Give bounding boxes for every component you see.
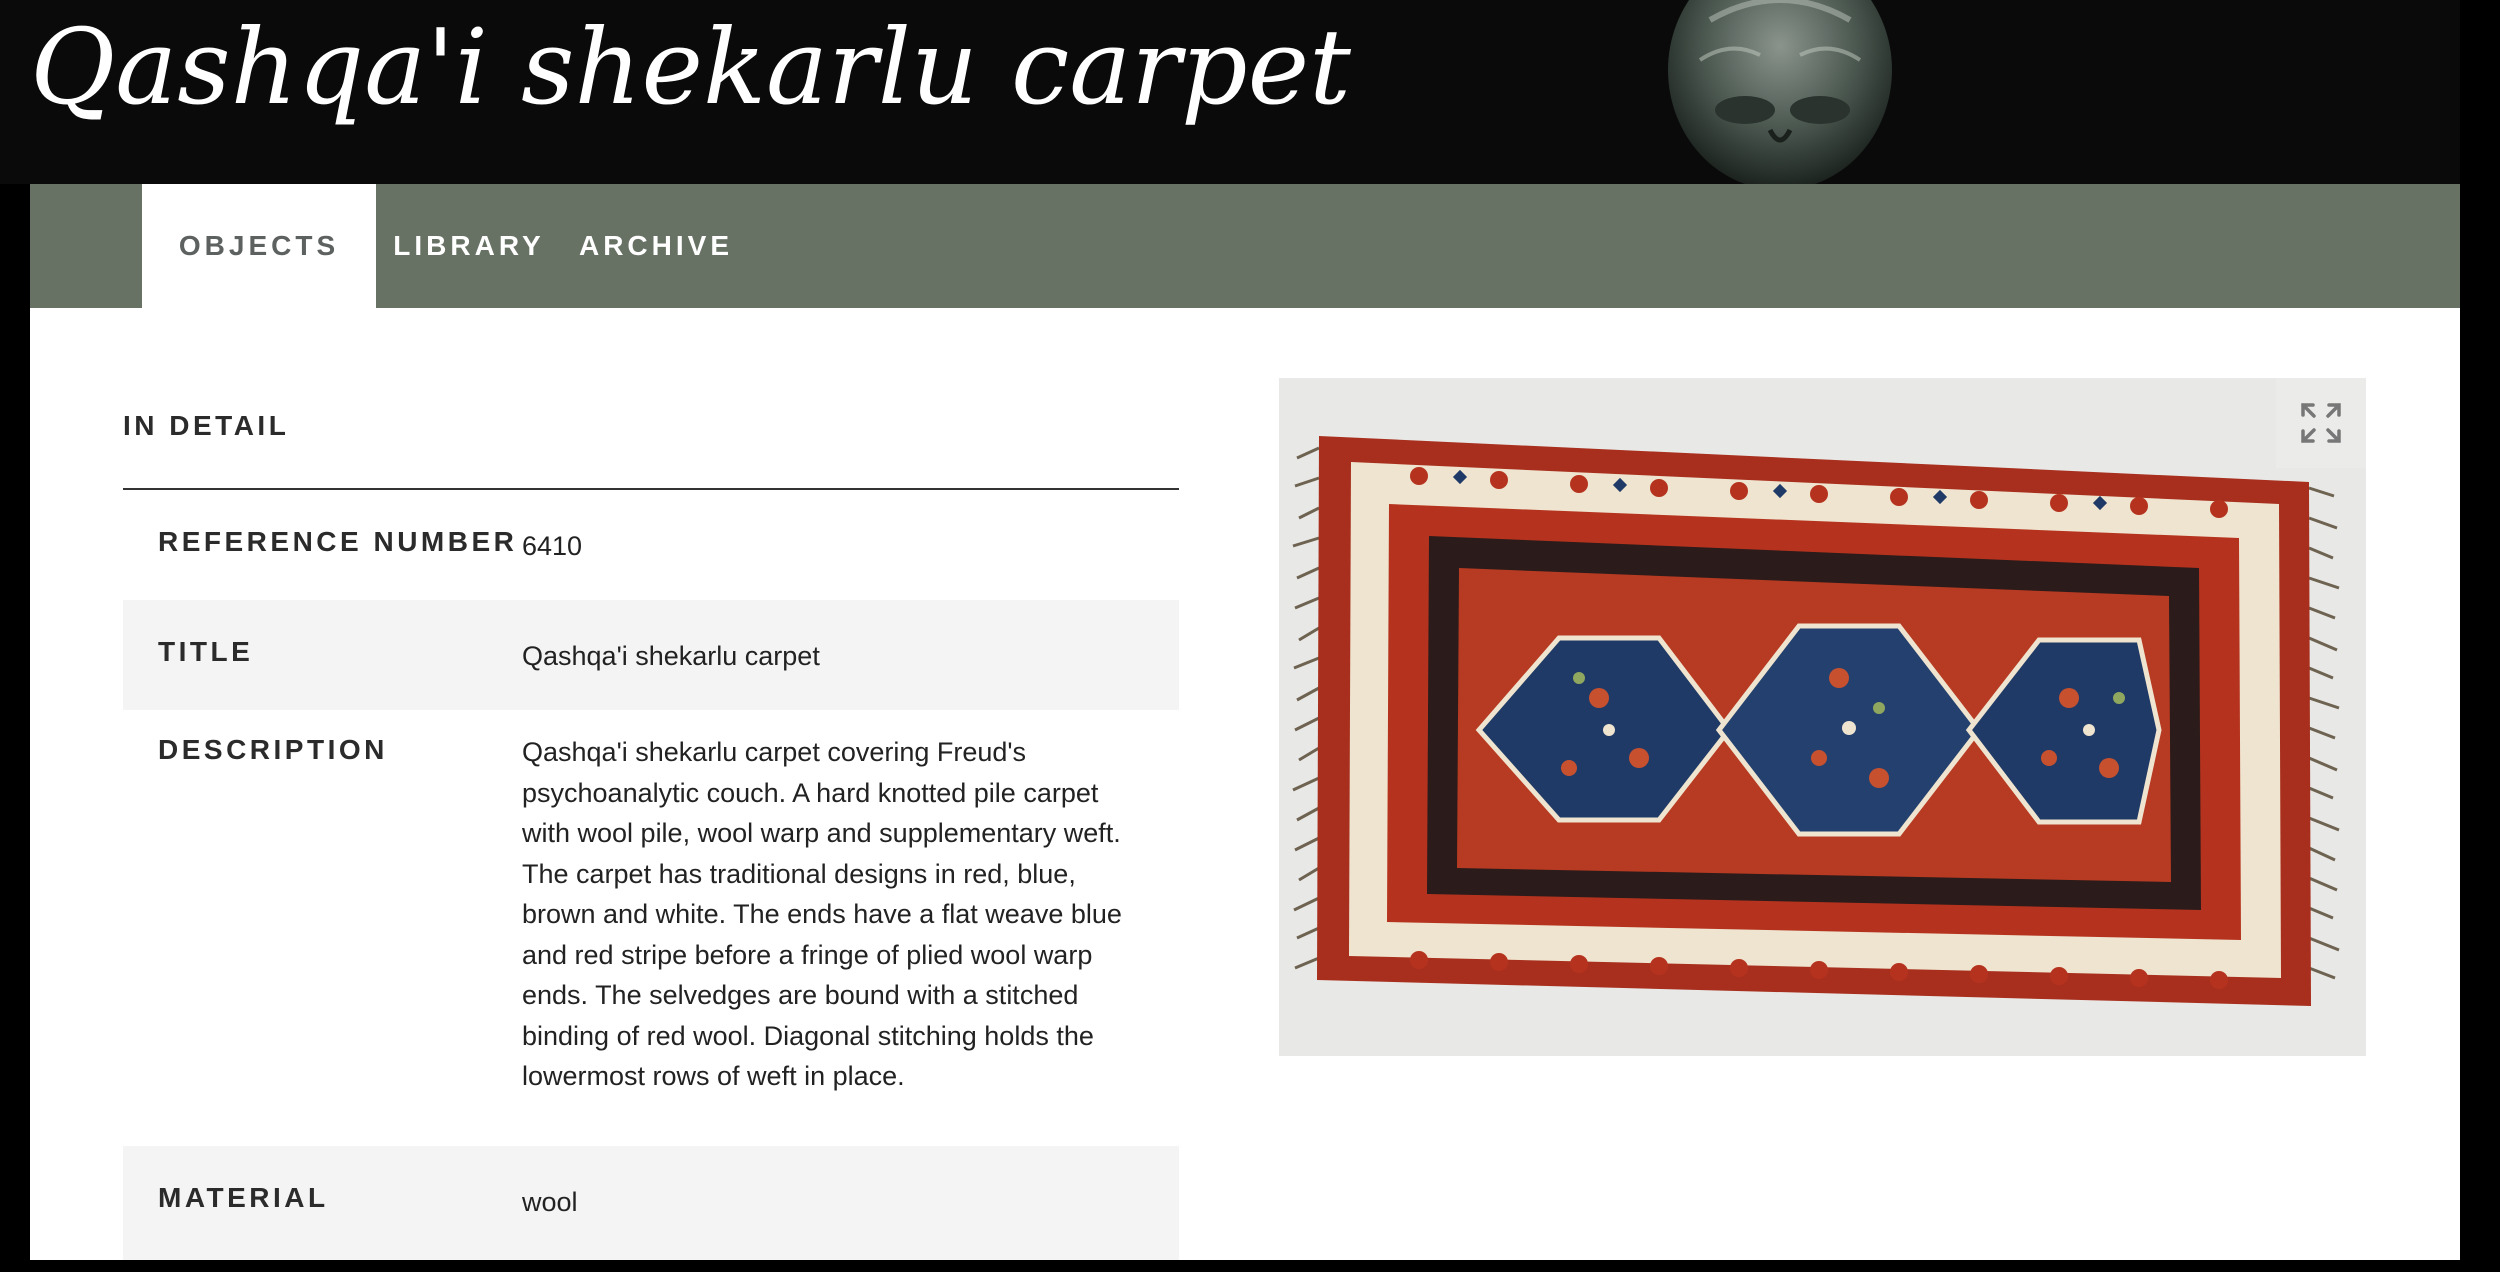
row-label: REFERENCE NUMBER [158, 526, 518, 557]
detail-row-title: TITLE Qashqa'i shekarlu carpet [123, 600, 1179, 710]
detail-row-material: MATERIAL wool [123, 1146, 1179, 1260]
content-page: OBJECTS LIBRARY ARCHIVE IN DETAIL REFERE… [30, 184, 2460, 1260]
hero-banner: Qashqa'i shekarlu carpet [0, 0, 2500, 184]
page-title: Qashqa'i shekarlu carpet [30, 6, 1351, 128]
tab-archive[interactable]: ARCHIVE [562, 184, 750, 308]
image-viewer[interactable] [1279, 378, 2366, 1056]
collection-nav: OBJECTS LIBRARY ARCHIVE [30, 184, 2460, 308]
row-label: DESCRIPTION [158, 734, 388, 765]
expand-button[interactable] [2276, 378, 2366, 468]
row-value: Qashqa'i shekarlu carpet covering Freud'… [522, 737, 1122, 1091]
tab-library[interactable]: LIBRARY [376, 184, 562, 308]
tab-objects[interactable]: OBJECTS [142, 184, 376, 308]
row-label: TITLE [158, 636, 254, 667]
detail-row-reference: REFERENCE NUMBER 6410 [123, 490, 1179, 600]
section-title: IN DETAIL [123, 410, 290, 441]
bronze-bust-image [1668, 0, 1892, 184]
detail-row-description: DESCRIPTION Qashqa'i shekarlu carpet cov… [123, 710, 1179, 1130]
expand-icon [2301, 403, 2341, 443]
row-value: wool [522, 1187, 578, 1217]
row-label: MATERIAL [158, 1182, 329, 1213]
row-value: 6410 [522, 531, 583, 561]
bottom-edge [0, 1260, 2500, 1272]
row-value: Qashqa'i shekarlu carpet [522, 641, 820, 671]
carpet-image [1279, 378, 2366, 1056]
right-edge [2460, 0, 2500, 1272]
